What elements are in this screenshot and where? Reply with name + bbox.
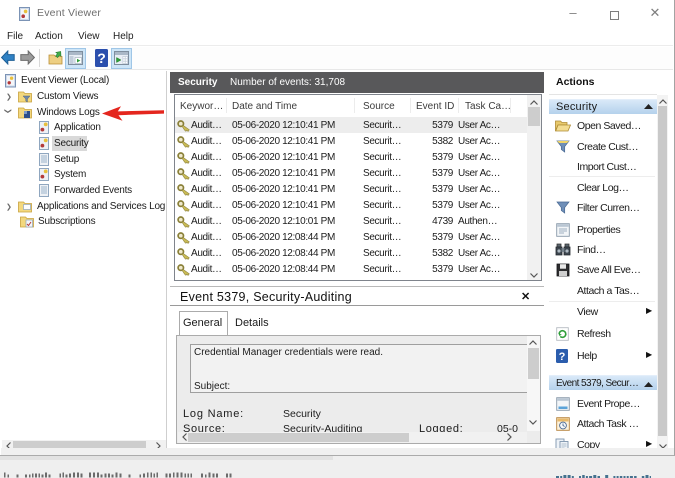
svg-text:?: ? xyxy=(559,351,566,363)
svg-text:?: ? xyxy=(97,50,106,66)
